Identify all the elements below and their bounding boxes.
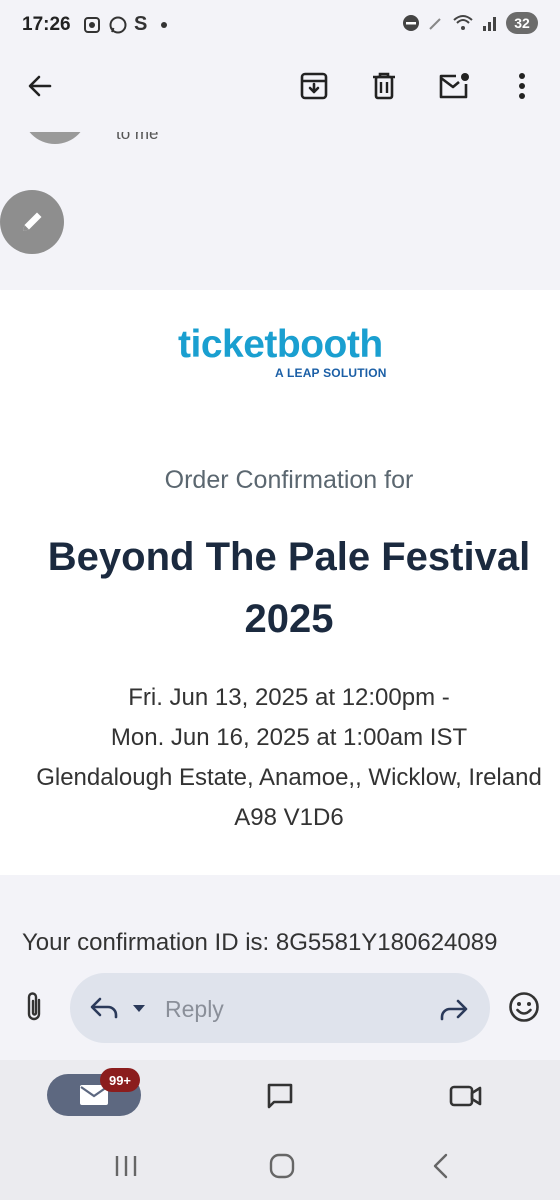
order-heading: Order Confirmation for	[164, 466, 414, 494]
sender-avatar[interactable]	[22, 132, 88, 144]
status-left-icons: S	[82, 13, 168, 36]
battery-indicator: 32	[506, 12, 538, 34]
reply-icon[interactable]	[90, 997, 120, 1019]
back-button[interactable]	[18, 64, 62, 108]
mark-unread-icon	[439, 73, 469, 99]
delete-icon	[373, 72, 395, 100]
status-bar: 17:26 S 32	[0, 0, 560, 52]
ticketbooth-logo[interactable]: ticketbooth A LEAP SOLUTION	[178, 323, 398, 381]
event-end-date: Mon. Jun 16, 2025 at 1:00am IST	[110, 724, 468, 751]
system-back-icon	[433, 1153, 448, 1179]
status-time: 17:26	[22, 14, 71, 35]
recent-apps-icon	[115, 1156, 137, 1176]
message-header: to me	[0, 132, 560, 290]
s-app-icon: S	[134, 13, 148, 35]
forward-icon[interactable]	[438, 999, 468, 1021]
system-back-button[interactable]	[418, 1144, 462, 1188]
screenshot-icon	[84, 16, 100, 33]
chevron-down-icon[interactable]	[132, 1004, 146, 1013]
home-button[interactable]	[260, 1144, 304, 1188]
event-address: Glendalough Estate, Anamoe,, Wicklow, Ir…	[36, 764, 542, 791]
app-bar	[0, 52, 560, 132]
status-right-icons: 32	[402, 12, 538, 34]
confirmation-id: Your confirmation ID is: 8G5581Y18062408…	[22, 929, 498, 955]
logo-tagline: A LEAP SOLUTION	[275, 366, 387, 380]
confirmation-section: Your confirmation ID is: 8G5581Y18062408…	[0, 875, 560, 955]
mark-unread-button[interactable]	[432, 64, 476, 108]
dot-icon	[161, 21, 168, 28]
delete-button[interactable]	[362, 64, 406, 108]
nav-meet[interactable]	[444, 1074, 488, 1118]
reply-bar: Reply	[0, 955, 560, 1060]
system-navigation	[0, 1140, 560, 1200]
chat-icon	[267, 1083, 293, 1109]
event-title: Beyond The Pale Festival 2025	[0, 526, 560, 650]
email-body: ticketbooth A LEAP SOLUTION Order Confir…	[0, 290, 560, 875]
more-vert-icon	[519, 73, 525, 99]
event-title-line2: 2025	[244, 597, 334, 641]
reply-placeholder[interactable]: Reply	[165, 996, 224, 1023]
bottom-navigation: 99+	[0, 1060, 560, 1140]
event-start-date: Fri. Jun 13, 2025 at 12:00pm -	[128, 684, 450, 711]
dnd-icon	[403, 15, 419, 31]
logo-wordmark: ticketbooth	[178, 323, 383, 366]
signal-icon	[483, 17, 496, 31]
mail-unread-badge: 99+	[100, 1068, 140, 1092]
archive-icon	[300, 72, 328, 100]
reply-field[interactable]: Reply	[70, 973, 490, 1043]
event-title-line1: Beyond The Pale Festival	[47, 535, 531, 579]
event-eircode: A98 V1D6	[234, 804, 344, 831]
pen-icon	[429, 18, 441, 30]
back-arrow-icon	[28, 75, 52, 97]
attachment-icon	[27, 992, 41, 1021]
more-options-button[interactable]	[500, 64, 544, 108]
home-icon	[269, 1153, 295, 1179]
emoji-icon	[509, 992, 539, 1022]
compose-button[interactable]	[0, 190, 64, 254]
event-details: Fri. Jun 13, 2025 at 12:00pm - Mon. Jun …	[0, 678, 560, 838]
wifi-icon	[453, 15, 473, 30]
recipient-label[interactable]: to me	[116, 132, 159, 144]
recent-apps-button[interactable]	[104, 1144, 148, 1188]
whatsapp-icon	[109, 16, 127, 33]
pencil-icon	[23, 212, 42, 231]
video-camera-icon	[449, 1085, 482, 1107]
archive-button[interactable]	[292, 64, 336, 108]
attach-button[interactable]	[12, 985, 56, 1029]
nav-chat[interactable]	[258, 1074, 302, 1118]
emoji-button[interactable]	[502, 985, 546, 1029]
